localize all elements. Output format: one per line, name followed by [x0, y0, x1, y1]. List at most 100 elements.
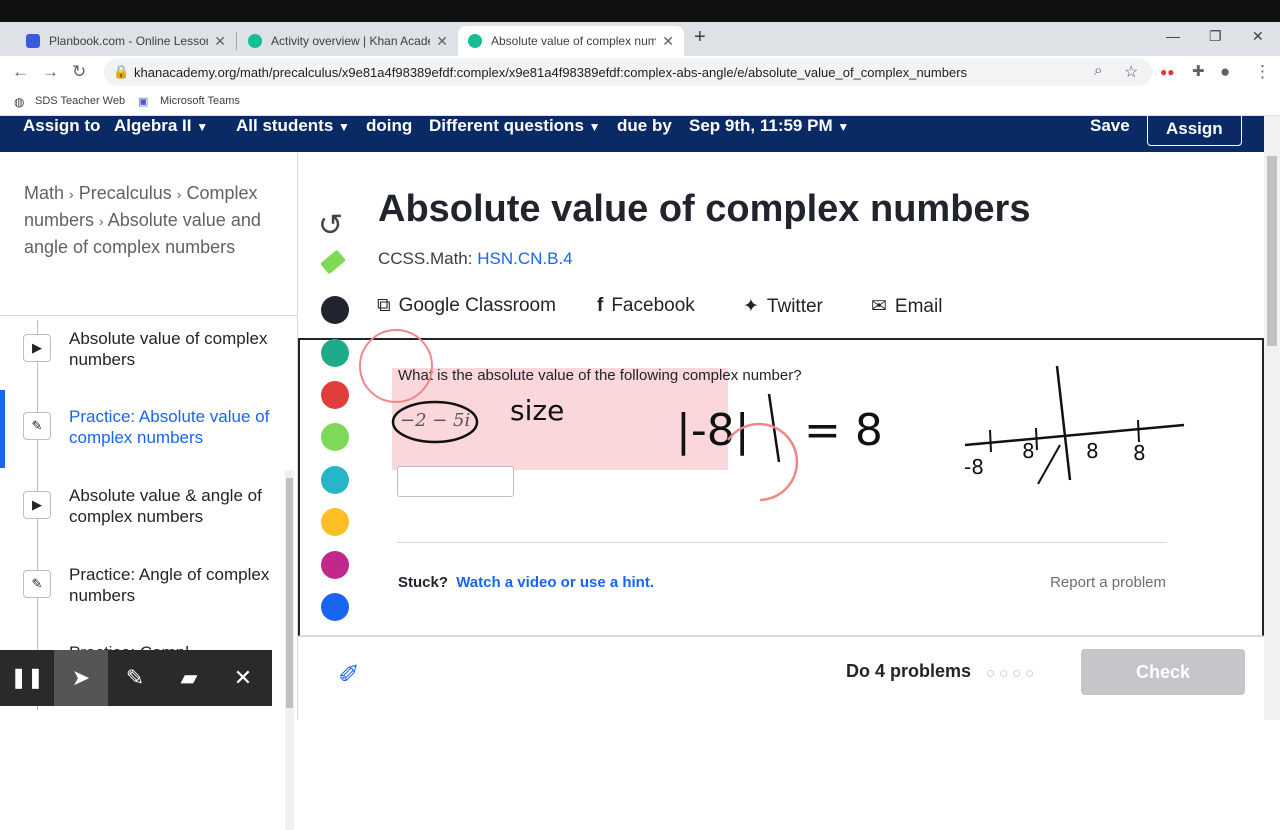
color-swatch-black[interactable] [321, 296, 349, 324]
google-classroom-icon: ⧉ [377, 295, 391, 316]
color-swatch-teal[interactable] [321, 339, 349, 367]
scratchpad-icon[interactable]: ✐ [338, 659, 360, 690]
page-scrollbar[interactable] [1264, 116, 1280, 720]
tab-title: Planbook.com - Online Lesson Pl [49, 34, 208, 48]
url-input[interactable]: khanacademy.org/math/precalculus/x9e81a4… [104, 58, 1152, 86]
restore-icon[interactable]: ❐ [1209, 28, 1222, 45]
close-tab-icon[interactable]: ✕ [662, 33, 674, 50]
tab-absolute-value[interactable]: Absolute value of complex numbe ✕ [458, 26, 684, 56]
pointer-cursor-icon[interactable]: ➤ [54, 650, 108, 706]
new-tab-icon[interactable]: + [694, 26, 706, 49]
back-icon[interactable]: ← [12, 62, 29, 82]
exercise-footer: ✐ Do 4 problems ○○○○ Check [298, 636, 1264, 720]
pause-icon[interactable]: ❚❚ [0, 650, 54, 706]
forward-icon[interactable]: → [42, 62, 59, 82]
problem-count: Do 4 problems [846, 661, 972, 681]
stuck-prompt: Stuck? Watch a video or use a hint. [398, 574, 654, 591]
share-twitter[interactable]: ✦ Twitter [743, 295, 823, 318]
tab-planbook[interactable]: Planbook.com - Online Lesson Pl ✕ [16, 26, 236, 56]
highlighter-icon[interactable]: ▰ [162, 650, 216, 706]
close-window-icon[interactable]: ✕ [1252, 28, 1264, 45]
tab-khan-activity[interactable]: Activity overview | Khan Academy ✕ [238, 26, 458, 56]
chevron-right-icon: › [69, 186, 74, 202]
minimize-icon[interactable]: — [1166, 28, 1180, 44]
pencil-icon: ✎ [23, 570, 51, 598]
bookmark-teams[interactable]: Microsoft Teams [160, 95, 240, 107]
page-scroll-thumb[interactable] [1267, 156, 1277, 346]
sidebar-item-label: Practice: Angle of complex numbers [69, 565, 270, 605]
twitter-icon: ✦ [743, 296, 759, 317]
color-swatch-magenta[interactable] [321, 551, 349, 579]
breadcrumb-precalculus[interactable]: Precalculus [79, 183, 172, 203]
annotation-control-bar: ❚❚ ➤ ✎ ▰ ✕ [0, 650, 272, 706]
color-swatch-cyan[interactable] [321, 466, 349, 494]
bookmark-sds[interactable]: SDS Teacher Web [35, 95, 125, 107]
question-box: What is the absolute value of the follow… [298, 338, 1264, 636]
due-date-dropdown[interactable]: Sep 9th, 11:59 PM ▼ [689, 116, 849, 136]
sidebar-scroll-thumb[interactable] [286, 478, 293, 708]
close-tab-icon[interactable]: ✕ [436, 33, 448, 50]
tab-title: Absolute value of complex numbe [491, 34, 657, 48]
sidebar-scrollbar[interactable] [285, 470, 294, 830]
bookmarks-bar: ◍ SDS Teacher Web ▣ Microsoft Teams [0, 88, 1280, 116]
bookmark-star-icon[interactable]: ☆ [1124, 62, 1138, 82]
sidebar-item-video-abs-angle[interactable]: ▶ Absolute value & angle of complex numb… [0, 485, 282, 545]
play-icon: ▶ [23, 334, 51, 362]
questions-value: Different questions [429, 116, 584, 135]
close-tab-icon[interactable]: ✕ [214, 33, 226, 50]
breadcrumb-math[interactable]: Math [24, 183, 64, 203]
close-icon[interactable]: ✕ [216, 650, 270, 706]
chevron-down-icon: ▼ [837, 120, 850, 134]
sidebar-item-label: Absolute value & angle of complex number… [69, 486, 262, 526]
save-button[interactable]: Save [1090, 116, 1130, 136]
extensions-puzzle-icon[interactable]: ✚ [1192, 62, 1205, 80]
tab-title: Activity overview | Khan Academy [271, 34, 430, 48]
due-date-value: Sep 9th, 11:59 PM [689, 116, 833, 135]
breadcrumb: Math › Precalculus › Complex numbers › A… [24, 180, 286, 260]
color-swatch-blue[interactable] [321, 593, 349, 621]
stuck-label: Stuck? [398, 574, 449, 591]
assign-button[interactable]: Assign [1147, 112, 1242, 146]
browser-menu-icon[interactable]: ⋮ [1254, 62, 1271, 82]
sidebar-item-label: Practice: Absolute value of complex numb… [69, 407, 270, 447]
zoom-icon[interactable]: ⌕ [1094, 62, 1102, 79]
sidebar-item-video-abs[interactable]: ▶ Absolute value of complex numbers [0, 328, 282, 388]
assign-to-label: Assign to [23, 116, 101, 135]
sidebar-item-practice-angle[interactable]: ✎ Practice: Angle of complex numbers [0, 564, 282, 624]
color-swatch-green[interactable] [321, 423, 349, 451]
assign-bar: Assign to Algebra II ▼ All students ▼ do… [0, 112, 1264, 152]
color-swatch-yellow[interactable] [321, 508, 349, 536]
sidebar-divider [0, 315, 298, 316]
chevron-down-icon: ▼ [588, 120, 601, 134]
color-swatch-red[interactable] [321, 381, 349, 409]
hint-link[interactable]: Watch a video or use a hint. [456, 574, 654, 591]
course-dropdown[interactable]: Algebra II ▼ [114, 116, 208, 136]
doing-label: doing [366, 116, 413, 135]
url-text: khanacademy.org/math/precalculus/x9e81a4… [134, 65, 968, 80]
planbook-favicon-icon [26, 34, 40, 48]
extension-record-icon[interactable]: ●● [1160, 65, 1175, 79]
pen-icon[interactable]: ✎ [108, 650, 162, 706]
profile-avatar-icon[interactable]: ● [1220, 62, 1230, 82]
check-button[interactable]: Check [1081, 649, 1245, 695]
undo-icon[interactable]: ↺ [318, 208, 343, 243]
khan-favicon-icon [468, 34, 482, 48]
question-divider [397, 542, 1167, 543]
students-dropdown[interactable]: All students ▼ [236, 116, 350, 136]
complex-number-expression: −2 − 5i [400, 410, 471, 431]
answer-input[interactable] [397, 466, 514, 497]
course-value: Algebra II [114, 116, 192, 135]
play-icon: ▶ [23, 491, 51, 519]
share-label: Facebook [611, 295, 695, 316]
report-problem-link[interactable]: Report a problem [1050, 574, 1166, 591]
share-facebook[interactable]: f Facebook [597, 295, 695, 317]
share-google-classroom[interactable]: ⧉ Google Classroom [377, 295, 556, 317]
reload-icon[interactable]: ↻ [72, 62, 86, 82]
khan-favicon-icon [248, 34, 262, 48]
ccss-code-link[interactable]: HSN.CN.B.4 [477, 249, 572, 268]
lock-icon[interactable]: 🔒 [113, 64, 129, 80]
sidebar-item-label: Absolute value of complex numbers [69, 329, 268, 369]
questions-dropdown[interactable]: Different questions ▼ [429, 116, 601, 136]
share-email[interactable]: ✉ Email [871, 295, 942, 318]
sidebar-item-practice-abs[interactable]: ✎ Practice: Absolute value of complex nu… [0, 406, 282, 466]
